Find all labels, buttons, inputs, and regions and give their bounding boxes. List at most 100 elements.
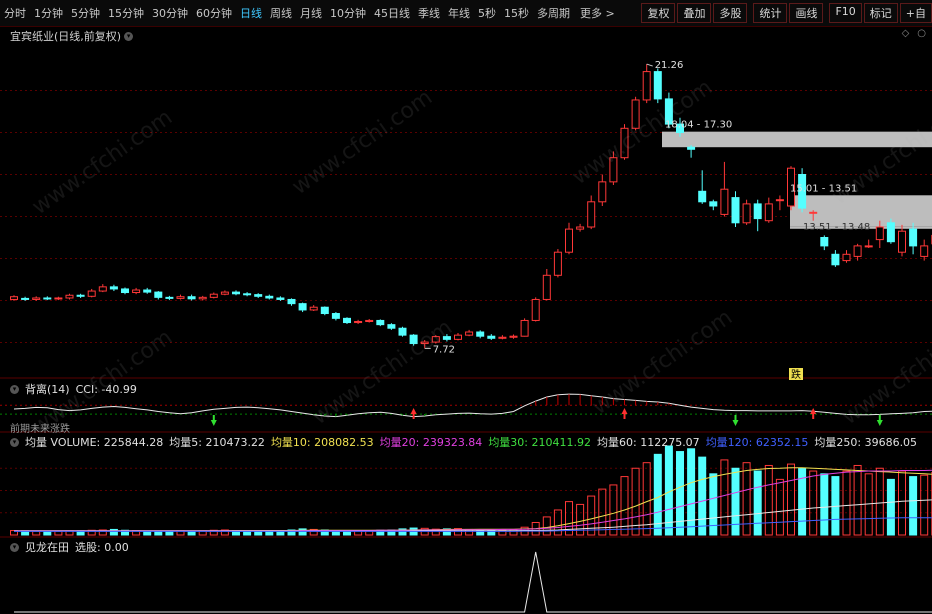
timeframe-tab[interactable]: 1分钟	[30, 5, 67, 21]
timeframe-tab[interactable]: 月线	[296, 5, 326, 21]
timeframe-tab[interactable]: 45日线	[370, 5, 414, 21]
candle-body	[32, 297, 41, 300]
cci-up-arrow	[621, 408, 628, 419]
candle-body	[232, 291, 240, 295]
candle-body	[565, 228, 573, 253]
timeframe-tab[interactable]: 日线	[236, 5, 266, 21]
candle-body	[320, 306, 329, 315]
candle-body	[309, 306, 318, 311]
timeframe-tab[interactable]: 季线	[414, 5, 444, 21]
cci-settings-icon[interactable]: ▾	[10, 384, 19, 394]
signal-settings-icon[interactable]: ▾	[10, 542, 19, 552]
timeframe-tab[interactable]: 60分钟	[192, 5, 236, 21]
volume-ma-label: 均量5: 210473.22	[169, 436, 265, 449]
candle-body	[454, 334, 462, 340]
candle-body	[764, 203, 773, 222]
candle-body	[343, 317, 351, 324]
timeframe-tab[interactable]: 年线	[444, 5, 474, 21]
volume-bar	[809, 470, 818, 536]
timeframe-tab[interactable]: 分时	[0, 5, 30, 21]
volume-bar	[753, 470, 762, 536]
volume-bar	[886, 478, 895, 536]
candle-body	[398, 327, 407, 336]
volume-bar	[920, 474, 929, 536]
cci-up-arrow	[410, 408, 417, 419]
toolbar-button[interactable]: 多股	[713, 3, 748, 23]
toolbar-button[interactable]: 复权	[641, 3, 676, 23]
volume-settings-icon[interactable]: ▾	[10, 437, 19, 447]
toolbar-button[interactable]: F10	[829, 3, 862, 23]
volume-bar	[298, 528, 307, 536]
candle-body	[209, 293, 218, 298]
price-box	[662, 131, 932, 148]
candle-body	[420, 341, 429, 345]
cci-down-arrow	[210, 415, 217, 426]
volume-ma-label: 均量120: 62352.15	[705, 436, 809, 449]
chart-title-row: 宜宾纸业(日线,前复权) ▾	[10, 28, 134, 44]
candle-body	[487, 335, 496, 339]
chart-annotation: 18.04 - 17.30	[665, 120, 732, 131]
timeframe-tab[interactable]: 15分钟	[104, 5, 148, 21]
signal-line	[14, 551, 932, 613]
volume-bar	[698, 456, 707, 536]
candle-body	[132, 289, 141, 294]
candle-body	[542, 274, 551, 300]
candle-body	[609, 157, 618, 183]
volume-bar	[842, 470, 851, 536]
circle-icon[interactable]: ○	[917, 28, 926, 39]
candle-body	[620, 127, 629, 159]
settings-icon[interactable]: ▾	[124, 31, 134, 41]
candle-body	[742, 203, 751, 224]
timeframe-tab[interactable]: 30分钟	[148, 5, 192, 21]
toolbar-button[interactable]: 叠加	[677, 3, 712, 23]
timeframe-tab[interactable]: 15秒	[500, 5, 533, 21]
candle-body	[243, 293, 252, 296]
candle-body	[631, 99, 640, 129]
volume-bar	[853, 464, 862, 536]
chart-corner-icons: ◇ ○	[902, 28, 926, 39]
candle-body	[709, 201, 718, 207]
candle-body	[442, 336, 451, 340]
candle-body	[21, 297, 30, 300]
diamond-icon[interactable]: ◇	[902, 28, 910, 39]
chart-title: 宜宾纸业(日线,前复权)	[10, 30, 122, 43]
timeframe-tab[interactable]: 10分钟	[326, 5, 370, 21]
volume-ma-label: 均量20: 239323.84	[379, 436, 483, 449]
candle-body	[842, 253, 851, 262]
candle-body	[553, 251, 562, 276]
more-menu-button[interactable]: 更多 >	[576, 5, 619, 21]
candle-body	[831, 253, 840, 266]
cci-down-arrow	[876, 415, 883, 426]
candle-body	[875, 226, 884, 241]
volume-bar	[43, 531, 52, 536]
candle-body	[176, 296, 185, 299]
cci-down-arrow	[732, 415, 739, 426]
candle-body	[76, 294, 85, 297]
cci-up-arrow	[810, 408, 817, 419]
toolbar-button[interactable]: +自	[899, 3, 932, 23]
timeframe-tab[interactable]: 5分钟	[67, 5, 104, 21]
candle-body	[431, 336, 440, 343]
candle-body	[809, 211, 818, 214]
volume-bar	[676, 451, 684, 536]
candle-body	[154, 291, 163, 298]
toolbar-button[interactable]: 标记	[863, 3, 898, 23]
candle-body	[98, 286, 107, 292]
candle-body	[720, 188, 729, 215]
toolbar-button[interactable]: 统计	[753, 3, 788, 23]
signal-name: 见龙在田	[25, 541, 69, 554]
candle-body	[498, 336, 507, 339]
volume-bar	[875, 467, 884, 536]
volume-ma-label: 均量10: 208082.53	[270, 436, 374, 449]
candle-body	[376, 319, 385, 326]
volume-bar	[764, 464, 773, 536]
timeframe-tab[interactable]: 5秒	[474, 5, 500, 21]
timeframe-tab[interactable]: 周线	[266, 5, 296, 21]
candle-body	[254, 294, 263, 297]
toolbar-button[interactable]: 画线	[789, 3, 824, 23]
candle-body	[886, 222, 895, 243]
candle-body	[864, 245, 873, 248]
timeframe-tab[interactable]: 多周期	[533, 5, 574, 21]
candle-body	[531, 298, 540, 321]
volume-bar	[787, 463, 795, 536]
